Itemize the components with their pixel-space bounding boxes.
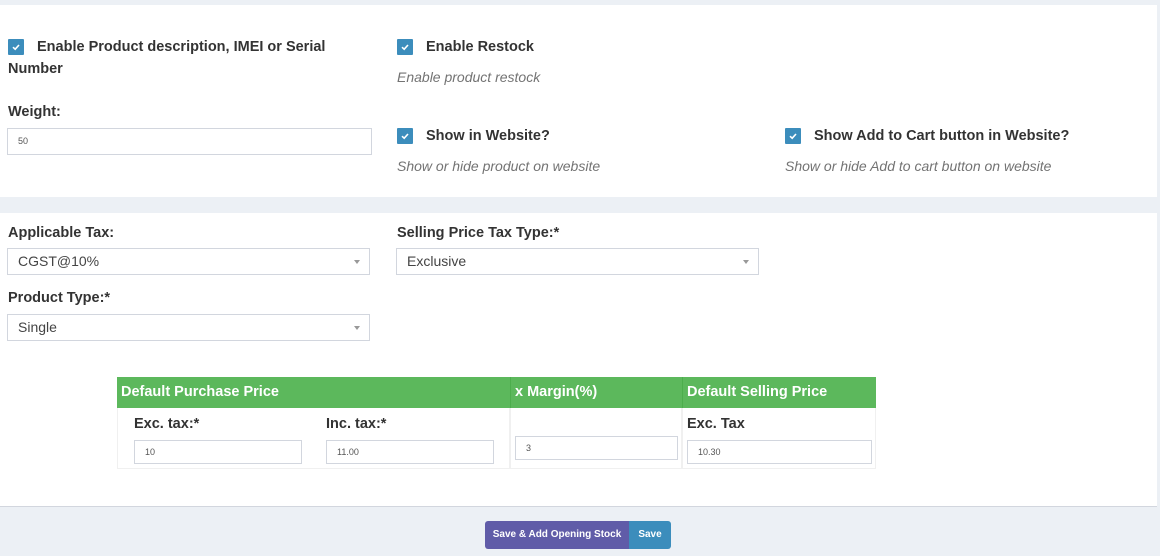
applicable-tax-label: Applicable Tax:: [8, 225, 115, 241]
chevron-down-icon: [354, 326, 360, 330]
enable-restock-checkbox[interactable]: [397, 39, 413, 55]
show-add-to-cart-help: Show or hide Add to cart button on websi…: [785, 158, 1052, 174]
save-and-add-opening-stock-button[interactable]: Save & Add Opening Stock: [485, 521, 629, 549]
check-icon: [12, 44, 20, 51]
applicable-tax-select[interactable]: CGST@10%: [7, 248, 370, 275]
weight-input[interactable]: 50: [7, 128, 372, 155]
enable-restock-help: Enable product restock: [397, 69, 541, 85]
save-button[interactable]: Save: [629, 521, 671, 549]
enable-restock-row: Enable Restock: [397, 38, 534, 56]
selling-price-cell: Exc. Tax 10.30: [682, 408, 876, 469]
exc-tax-label: Exc. tax:*: [134, 416, 200, 432]
show-in-website-checkbox[interactable]: [397, 128, 413, 144]
check-icon: [401, 44, 409, 51]
selling-price-tax-type-value: Exclusive: [407, 253, 467, 269]
selling-exc-tax-input[interactable]: 10.30: [687, 440, 872, 464]
margin-input[interactable]: 3: [515, 436, 678, 460]
selling-price-tax-type-select[interactable]: Exclusive: [396, 248, 759, 275]
show-in-website-help: Show or hide product on website: [397, 158, 601, 174]
enable-description-label: Enable Product description, IMEI or Seri…: [37, 39, 326, 55]
check-icon: [401, 133, 409, 140]
check-icon: [789, 133, 797, 140]
enable-description-label-line2: Number: [8, 61, 63, 77]
product-type-value: Single: [18, 319, 57, 335]
header-margin: x Margin(%): [510, 377, 682, 408]
product-type-select[interactable]: Single: [7, 314, 370, 341]
applicable-tax-value: CGST@10%: [18, 253, 100, 269]
purchase-price-cell: Exc. tax:* 10 Inc. tax:* 11.00: [117, 408, 510, 469]
chevron-down-icon: [743, 260, 749, 264]
inc-tax-label: Inc. tax:*: [326, 416, 387, 432]
show-add-to-cart-label: Show Add to Cart button in Website?: [814, 128, 1070, 144]
header-default-selling-price: Default Selling Price: [682, 377, 876, 408]
show-add-to-cart-row: Show Add to Cart button in Website?: [785, 127, 1069, 145]
show-in-website-row: Show in Website?: [397, 127, 550, 145]
purchase-inc-tax-input[interactable]: 11.00: [326, 440, 494, 464]
enable-description-checkbox[interactable]: [8, 39, 24, 55]
selling-exc-tax-label: Exc. Tax: [687, 416, 745, 432]
weight-label: Weight:: [8, 104, 61, 120]
chevron-down-icon: [354, 260, 360, 264]
header-default-purchase-price: Default Purchase Price: [117, 377, 510, 408]
margin-cell: 3: [510, 408, 682, 469]
product-type-label: Product Type:*: [8, 290, 111, 306]
price-table: Default Purchase Price x Margin(%) Defau…: [117, 377, 876, 469]
enable-restock-label: Enable Restock: [426, 39, 534, 55]
enable-description-row: Enable Product description, IMEI or Seri…: [8, 38, 368, 56]
show-in-website-label: Show in Website?: [426, 128, 550, 144]
selling-price-tax-type-label: Selling Price Tax Type:*: [397, 225, 560, 241]
show-add-to-cart-checkbox[interactable]: [785, 128, 801, 144]
purchase-exc-tax-input[interactable]: 10: [134, 440, 302, 464]
